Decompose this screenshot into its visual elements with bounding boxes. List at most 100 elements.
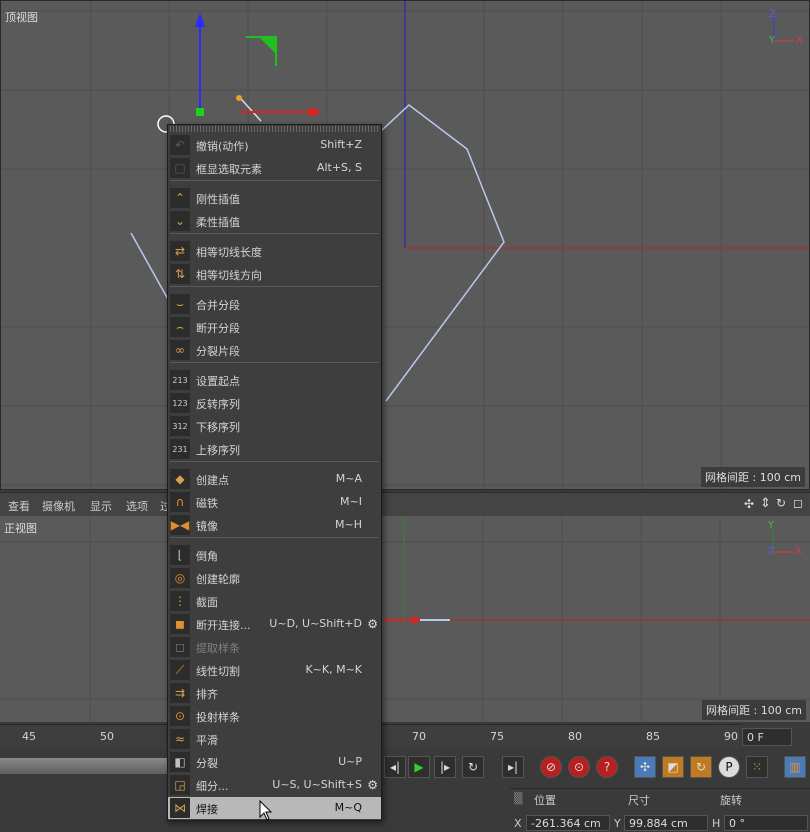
move-down-sequence-icon: 312 <box>170 416 190 436</box>
prev-key-icon[interactable]: ◂| <box>384 756 406 778</box>
front-axis-z-label: Z <box>768 546 775 557</box>
menu-item-move-up-sequence[interactable]: 231 上移序列 <box>168 438 381 460</box>
viewport-rotate-icon[interactable]: ↻ <box>776 496 786 510</box>
current-frame-field[interactable]: 0 F <box>742 728 792 746</box>
menu-item-project-spline[interactable]: ⊙ 投射样条 <box>168 705 381 727</box>
menu-separator <box>170 461 379 462</box>
front-view-label[interactable]: 正视图 <box>4 520 37 536</box>
menu-item-move-down-sequence[interactable]: 312 下移序列 <box>168 415 381 437</box>
menu-item-split[interactable]: ◧ 分裂 U~P <box>168 751 381 773</box>
menu-item-label: 断开分段 <box>196 322 240 335</box>
menu-item-explode-segments[interactable]: ∞ 分裂片段 <box>168 339 381 361</box>
menu-separator <box>170 537 379 538</box>
corner-axis-z-label: Z <box>769 9 776 20</box>
menu-item-label: 下移序列 <box>196 421 240 434</box>
break-segment-icon: ⌢ <box>170 317 190 337</box>
menu-options[interactable]: 选项 <box>126 498 148 514</box>
menu-item-create-point[interactable]: ◆ 创建点 M~A <box>168 468 381 490</box>
menu-item-arrange[interactable]: ⇉ 排齐 <box>168 682 381 704</box>
record-key-icon[interactable]: ⊘ <box>540 756 562 778</box>
viewport-move-icon[interactable]: ✣ <box>744 497 754 511</box>
menu-item-label: 平滑 <box>196 734 218 747</box>
menu-item-break-segment[interactable]: ⌢ 断开分段 <box>168 316 381 338</box>
film-strip-icon[interactable]: ▥ <box>784 756 806 778</box>
menu-item-weld[interactable]: ⋈ 焊接 M~Q <box>168 797 381 819</box>
play-icon[interactable]: ▶ <box>408 756 430 778</box>
param-key-icon[interactable]: P <box>718 756 740 778</box>
menu-item-set-first-point[interactable]: 213 设置起点 <box>168 369 381 391</box>
line-cut-icon: ⟋ <box>170 660 190 680</box>
menu-item-label: 截面 <box>196 596 218 609</box>
position-x-field[interactable]: -261.364 cm <box>526 815 610 831</box>
top-view-label[interactable]: 顶视图 <box>5 9 38 25</box>
timeline-scrubber[interactable] <box>0 758 170 774</box>
keyframe-help-icon[interactable]: ? <box>596 756 618 778</box>
menu-item-label: 断开连接... <box>196 619 251 632</box>
mirror-icon: ▶◀ <box>170 515 190 535</box>
front-viewport[interactable]: 正视图 Y Z X 网格间距 : 100 cm <box>0 516 810 722</box>
menu-item-frame-selection[interactable]: ▢ 框显选取元素 Alt+S, S <box>168 157 381 179</box>
cross-section-icon: ⋮ <box>170 591 190 611</box>
menu-item-smooth[interactable]: ≈ 平滑 <box>168 728 381 750</box>
menu-item-magnet[interactable]: ∩ 磁铁 M~I <box>168 491 381 513</box>
menu-item-join-segment[interactable]: ⌣ 合并分段 <box>168 293 381 315</box>
size-y-field[interactable]: 99.884 cm <box>624 815 708 831</box>
menu-item-disconnect[interactable]: ◼ 断开连接... U~D, U~Shift+D ⚙ <box>168 613 381 635</box>
viewport-scale-icon[interactable]: ⇕ <box>760 496 771 511</box>
viewport-toggle-icon[interactable]: ◻ <box>793 496 803 510</box>
smooth-icon: ≈ <box>170 729 190 749</box>
scale-key-icon[interactable]: ◩ <box>662 756 684 778</box>
menu-item-label: 投射样条 <box>196 711 240 724</box>
magnet-icon: ∩ <box>170 492 190 512</box>
menu-item-undo[interactable]: ↶ 撤销(动作) Shift+Z <box>168 134 381 156</box>
menu-item-equal-tangent-direction[interactable]: ⇅ 相等切线方向 <box>168 263 381 285</box>
menu-item-shortcut: M~H <box>335 518 362 531</box>
top-viewport[interactable]: 顶视图 Z Y X 网格间距 : 100 cm <box>0 0 810 490</box>
menu-item-label: 合并分段 <box>196 299 240 312</box>
auto-key-icon[interactable]: ⊙ <box>568 756 590 778</box>
point-level-icon[interactable]: ⁙ <box>746 756 768 778</box>
split-icon: ◧ <box>170 752 190 772</box>
equal-tangent-length-icon: ⇄ <box>170 241 190 261</box>
rotation-h-field[interactable]: 0 ° <box>724 815 808 831</box>
menu-separator <box>170 180 379 181</box>
menu-item-create-outline[interactable]: ◎ 创建轮廓 <box>168 567 381 589</box>
menu-item-equal-tangent-length[interactable]: ⇄ 相等切线长度 <box>168 240 381 262</box>
menu-camera[interactable]: 摄像机 <box>42 498 75 514</box>
pos-x-label: X <box>514 817 522 830</box>
grid-spacing-info: 网格间距 : 100 cm <box>701 467 805 487</box>
menu-item-soft-interpolation[interactable]: ⌄ 柔性插值 <box>168 210 381 232</box>
next-key-icon[interactable]: |▸ <box>434 756 456 778</box>
move-key-icon[interactable]: ✣ <box>634 756 656 778</box>
menu-item-subdivide[interactable]: ◲ 细分... U~S, U~Shift+S ⚙ <box>168 774 381 796</box>
move-up-sequence-icon: 231 <box>170 439 190 459</box>
menu-item-label: 提取样条 <box>196 642 240 655</box>
gear-icon[interactable]: ⚙ <box>367 778 378 792</box>
menu-item-reverse-sequence[interactable]: 123 反转序列 <box>168 392 381 414</box>
rotate-key-icon[interactable]: ↻ <box>690 756 712 778</box>
mouse-cursor-icon <box>259 800 273 821</box>
menu-item-label: 设置起点 <box>196 375 240 388</box>
weld-icon: ⋈ <box>170 798 190 818</box>
timeline-tick: 90 <box>724 730 738 743</box>
menu-item-hard-interpolation[interactable]: ⌃ 刚性插值 <box>168 187 381 209</box>
menu-item-line-cut[interactable]: ⟋ 线性切割 K~K, M~K <box>168 659 381 681</box>
project-spline-icon: ⊙ <box>170 706 190 726</box>
menu-item-mirror[interactable]: ▶◀ 镜像 M~H <box>168 514 381 536</box>
loop-icon[interactable]: ↻ <box>462 756 484 778</box>
menu-item-cross-section[interactable]: ⋮ 截面 <box>168 590 381 612</box>
menu-item-label: 磁铁 <box>196 497 218 510</box>
goto-end-icon[interactable]: ▸| <box>502 756 524 778</box>
spline-context-menu: ↶ 撤销(动作) Shift+Z ▢ 框显选取元素 Alt+S, S ⌃ 刚性插值 ⌄ 柔性插值 ⇄… <box>167 124 382 821</box>
menu-separator <box>170 362 379 363</box>
menu-item-chamfer[interactable]: ⌊ 倒角 <box>168 544 381 566</box>
menu-grip[interactable] <box>170 126 379 132</box>
menu-item-extract-spline: ◻ 提取样条 <box>168 636 381 658</box>
menu-item-label: 柔性插值 <box>196 216 240 229</box>
menu-item-label: 框显选取元素 <box>196 163 262 176</box>
chamfer-icon: ⌊ <box>170 545 190 565</box>
frame-selection-icon: ▢ <box>170 158 190 178</box>
menu-display[interactable]: 显示 <box>90 498 112 514</box>
gear-icon[interactable]: ⚙ <box>367 617 378 631</box>
menu-view[interactable]: 查看 <box>8 498 30 514</box>
